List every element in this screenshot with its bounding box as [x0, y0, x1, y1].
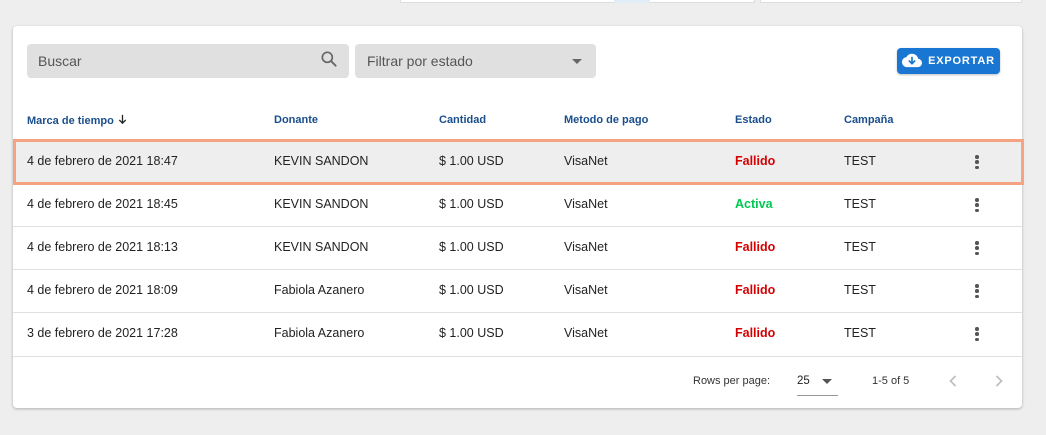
table-row[interactable]: 4 de febrero de 2021 18:09 Fabiola Azane… [13, 269, 1022, 312]
cell-timestamp: 4 de febrero de 2021 18:45 [27, 197, 178, 211]
column-header-label: Campaña [844, 114, 894, 126]
chevron-right-icon[interactable] [989, 371, 1009, 391]
arrow-down-icon[interactable] [117, 114, 128, 128]
chevron-left-icon[interactable] [943, 371, 963, 391]
table-header: Marca de tiempo Donante Cantidad Metodo … [13, 100, 1022, 140]
cell-method: VisaNet [564, 154, 608, 168]
cell-method: VisaNet [564, 240, 608, 254]
cell-donor: KEVIN SANDON [274, 154, 369, 168]
column-header-donor[interactable]: Donante [274, 114, 318, 126]
cell-amount: $ 1.00 USD [439, 283, 504, 297]
column-header-label: Cantidad [439, 114, 487, 126]
status-filter-placeholder: Filtrar por estado [367, 53, 473, 69]
search-icon[interactable] [319, 49, 339, 74]
rows-per-page-value: 25 [797, 375, 810, 387]
table-row[interactable]: 4 de febrero de 2021 18:13 KEVIN SANDON … [13, 226, 1022, 269]
top-partial-panel-right [760, 0, 1022, 3]
cell-method: VisaNet [564, 283, 608, 297]
cell-amount: $ 1.00 USD [439, 154, 504, 168]
table-row[interactable]: 4 de febrero de 2021 18:45 KEVIN SANDON … [13, 183, 1022, 226]
column-header-campaign[interactable]: Campaña [844, 114, 894, 126]
cell-campaign: TEST [844, 197, 876, 211]
pagination-footer: Rows per page: 25 1-5 of 5 [13, 356, 1022, 408]
cell-campaign: TEST [844, 240, 876, 254]
more-vert-icon[interactable] [971, 325, 983, 343]
status-badge: Fallido [735, 283, 776, 297]
pagination-range: 1-5 of 5 [872, 375, 910, 387]
top-partial-panel [400, 0, 755, 3]
column-header-label: Marca de tiempo [27, 115, 114, 127]
cell-campaign: TEST [844, 283, 876, 297]
search-input[interactable]: Buscar [27, 44, 349, 78]
column-header-label: Metodo de pago [564, 114, 649, 126]
cell-donor: KEVIN SANDON [274, 240, 369, 254]
export-button[interactable]: EXPORTAR [897, 48, 1000, 74]
status-badge: Fallido [735, 240, 776, 254]
status-badge: Fallido [735, 154, 776, 168]
more-vert-icon[interactable] [971, 153, 983, 171]
more-vert-icon[interactable] [971, 282, 983, 300]
more-vert-icon[interactable] [971, 239, 983, 257]
column-header-timestamp[interactable]: Marca de tiempo [27, 114, 128, 128]
cloud-download-icon [902, 52, 923, 71]
cell-donor: Fabiola Azanero [274, 283, 365, 297]
status-badge: Activa [735, 197, 773, 211]
cell-amount: $ 1.00 USD [439, 197, 504, 211]
cell-donor: KEVIN SANDON [274, 197, 369, 211]
cell-amount: $ 1.00 USD [439, 240, 504, 254]
cell-timestamp: 4 de febrero de 2021 18:09 [27, 283, 178, 297]
column-header-method[interactable]: Metodo de pago [564, 114, 648, 126]
table-row[interactable]: 4 de febrero de 2021 18:47 KEVIN SANDON … [13, 140, 1022, 183]
cell-donor: Fabiola Azanero [274, 326, 365, 340]
search-placeholder: Buscar [38, 53, 82, 69]
column-header-label: Donante [274, 114, 318, 126]
arrow-drop-down-icon [572, 58, 582, 64]
status-filter-select[interactable]: Filtrar por estado [355, 44, 596, 78]
column-header-label: Estado [735, 114, 772, 126]
cell-method: VisaNet [564, 326, 608, 340]
table-body: 4 de febrero de 2021 18:47 KEVIN SANDON … [13, 140, 1022, 355]
arrow-drop-down-icon [822, 379, 832, 384]
status-badge: Fallido [735, 326, 776, 340]
transactions-card: Buscar Filtrar por estado EXPORTAR Marca… [13, 26, 1022, 408]
cell-campaign: TEST [844, 154, 876, 168]
cell-amount: $ 1.00 USD [439, 326, 504, 340]
rows-per-page-label: Rows per page: [693, 375, 771, 387]
cell-campaign: TEST [844, 326, 876, 340]
rows-per-page-select[interactable]: 25 [797, 373, 838, 396]
column-header-status[interactable]: Estado [735, 114, 772, 126]
export-label: EXPORTAR [928, 55, 995, 67]
table-row[interactable]: 3 de febrero de 2021 17:28 Fabiola Azane… [13, 312, 1022, 355]
column-header-amount[interactable]: Cantidad [439, 114, 486, 126]
cell-timestamp: 3 de febrero de 2021 17:28 [27, 326, 178, 340]
cell-method: VisaNet [564, 197, 608, 211]
top-panel-highlight [614, 0, 650, 3]
cell-timestamp: 4 de febrero de 2021 18:47 [27, 154, 178, 168]
cell-timestamp: 4 de febrero de 2021 18:13 [27, 240, 178, 254]
more-vert-icon[interactable] [971, 196, 983, 214]
